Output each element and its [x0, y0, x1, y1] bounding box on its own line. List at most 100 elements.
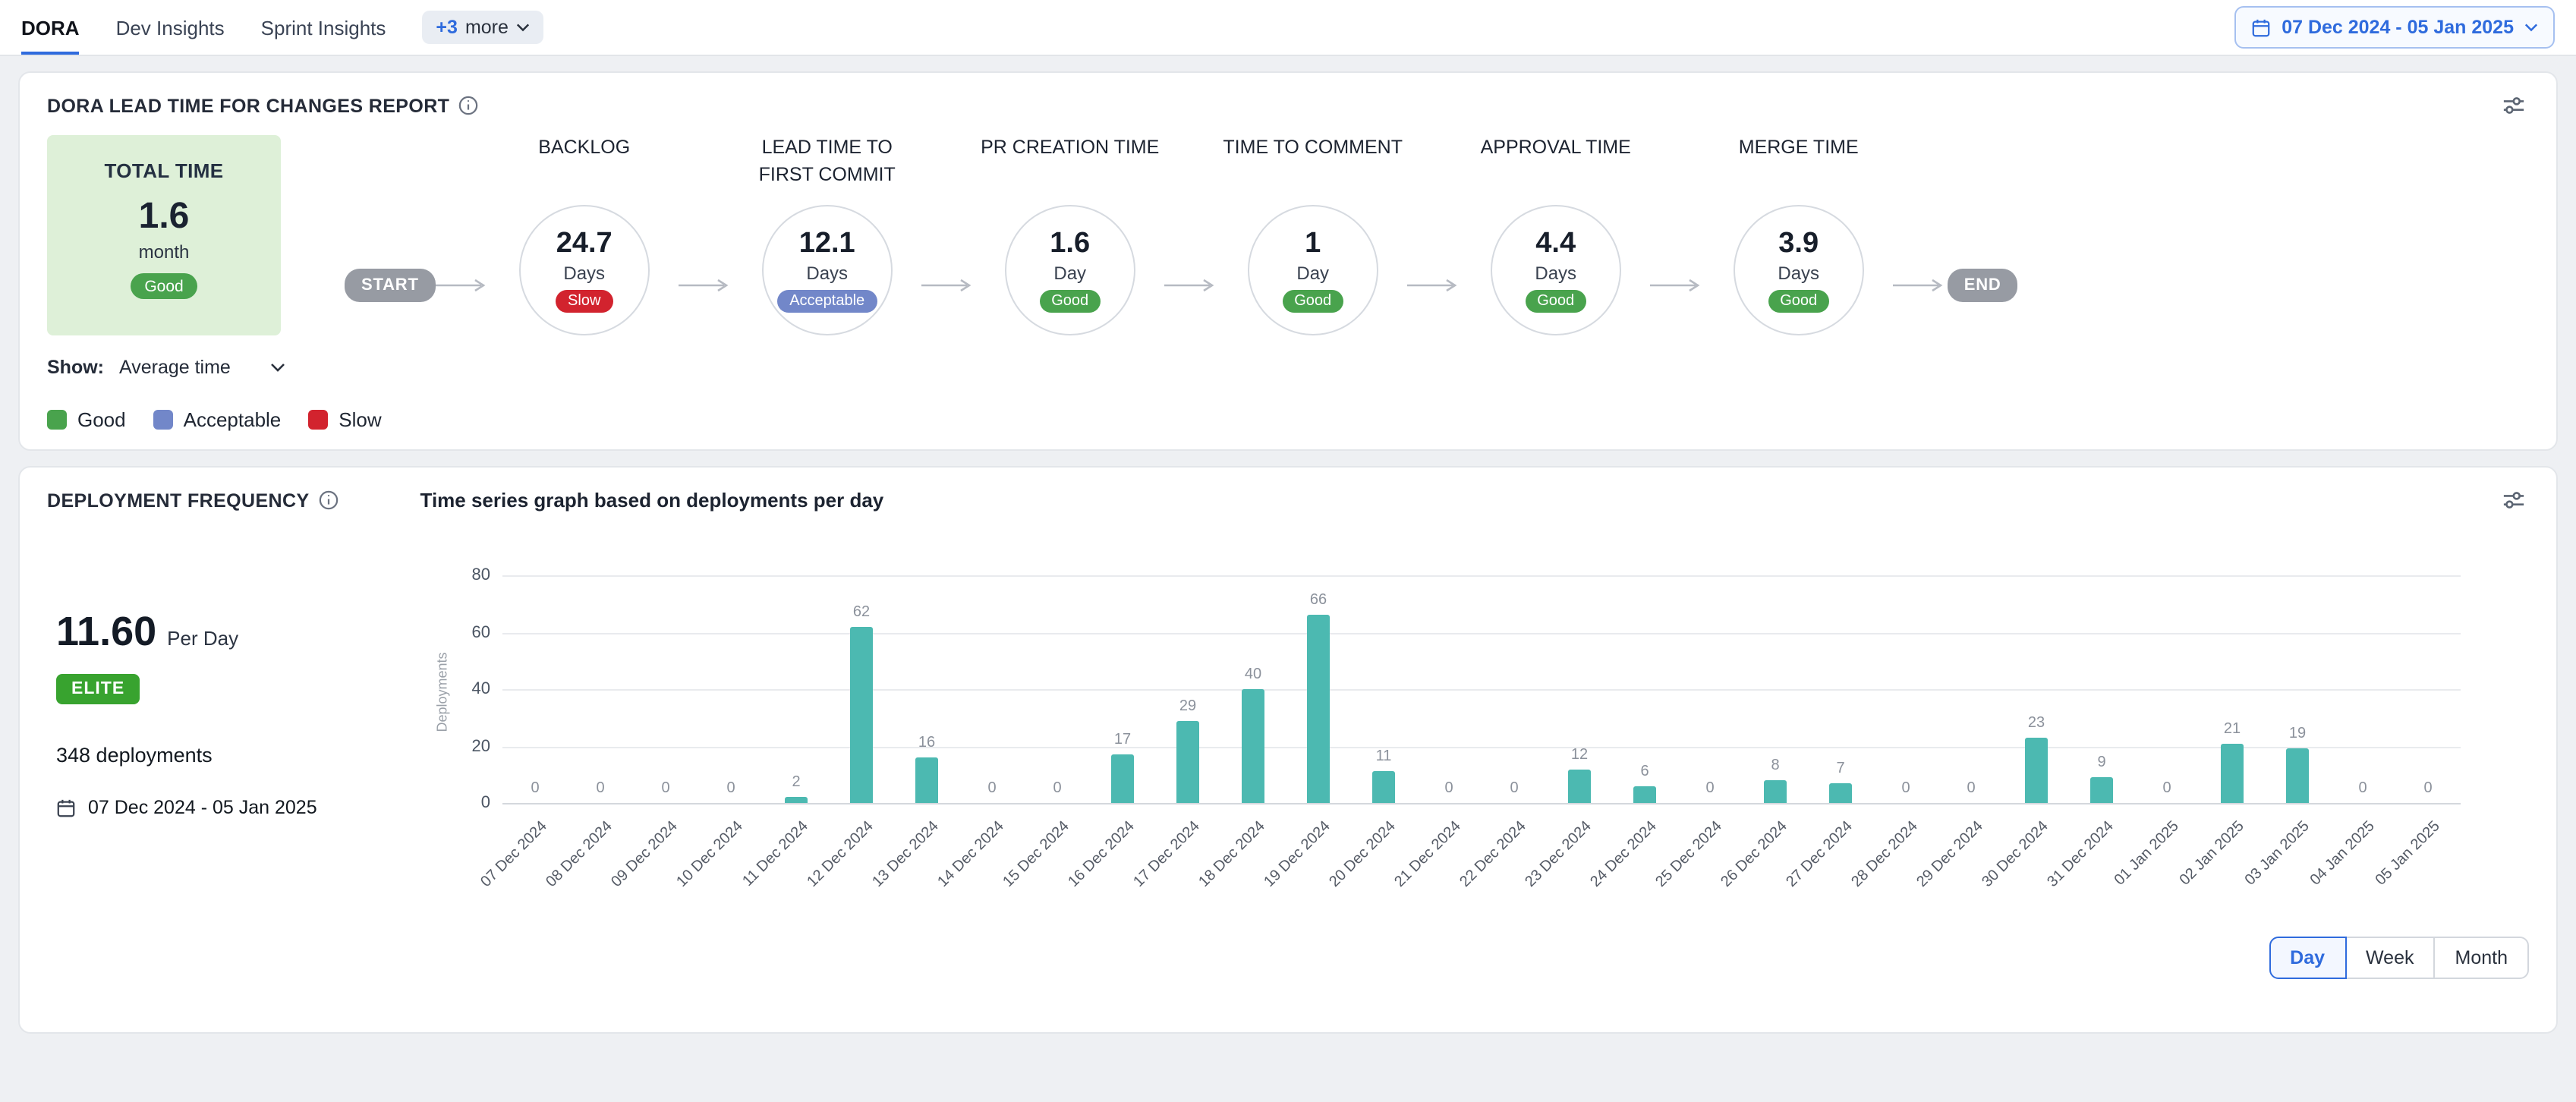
flow-stage-lead-time-to-first-commit: LEAD TIME TO FIRST COMMIT12.1DaysAccepta…: [733, 135, 921, 335]
legend-label: Good: [77, 408, 126, 431]
lead-time-settings-button[interactable]: [2499, 91, 2529, 120]
stage-status-badge: Acceptable: [777, 290, 877, 313]
chart-bar: [2221, 743, 2244, 803]
stage-value: 1: [1305, 228, 1321, 261]
x-axis-label: 17 Dec 2024: [1130, 818, 1203, 891]
chart-bar: [1372, 772, 1395, 803]
stage-status-badge: Good: [1768, 290, 1829, 313]
stage-label: APPROVAL TIME: [1481, 135, 1631, 205]
x-axis-label: 12 Dec 2024: [804, 818, 877, 891]
stage-circle: 24.7DaysSlow: [519, 205, 650, 335]
y-axis-tick-label: 60: [472, 623, 491, 641]
show-metric-value: Average time: [119, 357, 231, 378]
flow-stage-backlog: BACKLOG24.7DaysSlow: [490, 135, 679, 335]
x-axis-label: 11 Dec 2024: [739, 818, 811, 890]
deployment-card-title: DEPLOYMENT FREQUENCY: [47, 490, 310, 511]
chart-bar: [785, 798, 808, 804]
bar-value-label: 12: [1549, 746, 1610, 763]
y-axis-tick-label: 80: [472, 566, 491, 584]
chart-bar: [1764, 780, 1787, 803]
chart-bar: [1111, 754, 1134, 803]
chevron-down-icon: [270, 363, 285, 372]
flow-arrow-icon: [679, 278, 733, 293]
tab-dora[interactable]: DORA: [21, 0, 80, 55]
flow-arrow-icon: [921, 278, 976, 293]
flow-arrow-icon: [1407, 278, 1462, 293]
chart-bar: [1568, 769, 1591, 803]
deployment-frequency-card: DEPLOYMENT FREQUENCY Time series graph b…: [18, 466, 2558, 1034]
stage-unit: Days: [1535, 263, 1576, 284]
chart-bar: [1829, 783, 1852, 803]
bar-value-label: 21: [2202, 720, 2263, 737]
bar-value-label: 0: [505, 780, 565, 797]
deployment-rate-unit: Per Day: [167, 627, 238, 650]
stage-value: 24.7: [556, 228, 613, 261]
chart-bar: [2090, 777, 2113, 803]
x-axis-label: 14 Dec 2024: [934, 818, 1007, 891]
chart-bar: [915, 757, 938, 803]
flow-stage-merge-time: MERGE TIME3.9DaysGood: [1705, 135, 1893, 335]
tab-dev-insights[interactable]: Dev Insights: [116, 0, 225, 55]
tab-bar: DORA Dev Insights Sprint Insights +3 mor…: [21, 0, 543, 55]
date-range-picker[interactable]: 07 Dec 2024 - 05 Jan 2025: [2234, 6, 2555, 49]
stage-status-badge: Good: [1282, 290, 1343, 313]
stage-unit: Day: [1053, 263, 1086, 284]
chevron-down-icon: [516, 23, 530, 32]
stage-label: PR CREATION TIME: [981, 135, 1159, 205]
x-axis-label: 15 Dec 2024: [1000, 818, 1072, 891]
show-metric-select[interactable]: Average time: [119, 357, 285, 378]
x-axis-label: 21 Dec 2024: [1391, 818, 1464, 891]
bar-value-label: 0: [962, 780, 1022, 797]
flow-stage-pr-creation-time: PR CREATION TIME1.6DayGood: [976, 135, 1164, 335]
x-axis-label: 23 Dec 2024: [1522, 818, 1595, 891]
granularity-week-button[interactable]: Week: [2345, 937, 2435, 979]
x-axis-label: 08 Dec 2024: [543, 818, 616, 891]
granularity-month-button[interactable]: Month: [2434, 937, 2530, 979]
calendar-icon: [2251, 17, 2271, 37]
stage-circle: 1.6DayGood: [1005, 205, 1135, 335]
stage-unit: Day: [1296, 263, 1329, 284]
more-tabs-label: more: [465, 17, 509, 38]
granularity-day-button[interactable]: Day: [2269, 937, 2346, 979]
legend-swatch: [308, 410, 328, 430]
lead-time-card-title: DORA LEAD TIME FOR CHANGES REPORT: [47, 95, 449, 116]
bar-chart-plot-area: 020406080007 Dec 2024008 Dec 2024009 Dec…: [502, 575, 2461, 803]
x-axis-label: 01 Jan 2025: [2111, 818, 2181, 889]
deployment-settings-button[interactable]: [2499, 486, 2529, 515]
x-axis-label: 27 Dec 2024: [1783, 818, 1856, 891]
x-axis-label: 29 Dec 2024: [1913, 818, 1986, 891]
chevron-down-icon: [2524, 23, 2538, 32]
deployment-chart: Deployments 020406080007 Dec 2024008 Dec…: [427, 575, 2529, 934]
deployments-total: 348 deployments: [56, 744, 427, 767]
flow-arrow-icon: [1164, 278, 1219, 293]
bar-value-label: 17: [1092, 732, 1153, 748]
stage-circle: 1Day Good: [1248, 205, 1378, 335]
bar-value-label: 0: [1027, 780, 1088, 797]
legend-label: Slow: [339, 408, 381, 431]
more-tabs-button[interactable]: +3 more: [422, 11, 543, 44]
chart-bar: [1242, 689, 1264, 803]
stage-label: TIME TO COMMENT: [1223, 135, 1403, 205]
stage-status-badge: Good: [1525, 290, 1586, 313]
total-time-status-badge: Good: [131, 273, 197, 299]
legend-item-acceptable: Acceptable: [153, 408, 282, 431]
bar-value-label: 8: [1745, 757, 1806, 774]
calendar-icon: [56, 798, 76, 817]
flow-arrow-icon: [1893, 278, 1948, 293]
gridline: [502, 803, 2461, 804]
x-axis-label: 02 Jan 2025: [2176, 818, 2247, 889]
info-icon[interactable]: [458, 96, 478, 115]
chart-bar: [850, 627, 873, 804]
stage-label: LEAD TIME TO FIRST COMMIT: [733, 135, 921, 205]
deployment-summary: 11.60 Per Day ELITE 348 deployments 07 D…: [47, 524, 427, 934]
x-axis-label: 18 Dec 2024: [1195, 818, 1268, 891]
bar-value-label: 2: [766, 775, 827, 792]
chart-title: Time series graph based on deployments p…: [420, 489, 884, 512]
tab-sprint-insights[interactable]: Sprint Insights: [261, 0, 386, 55]
info-icon[interactable]: [319, 490, 339, 510]
bar-value-label: 0: [1941, 780, 2001, 797]
total-time-box: TOTAL TIME 1.6 month Good: [47, 135, 281, 335]
bar-value-label: 0: [2332, 780, 2393, 797]
show-label: Show:: [47, 357, 104, 378]
stage-circle: 12.1DaysAcceptable: [762, 205, 893, 335]
